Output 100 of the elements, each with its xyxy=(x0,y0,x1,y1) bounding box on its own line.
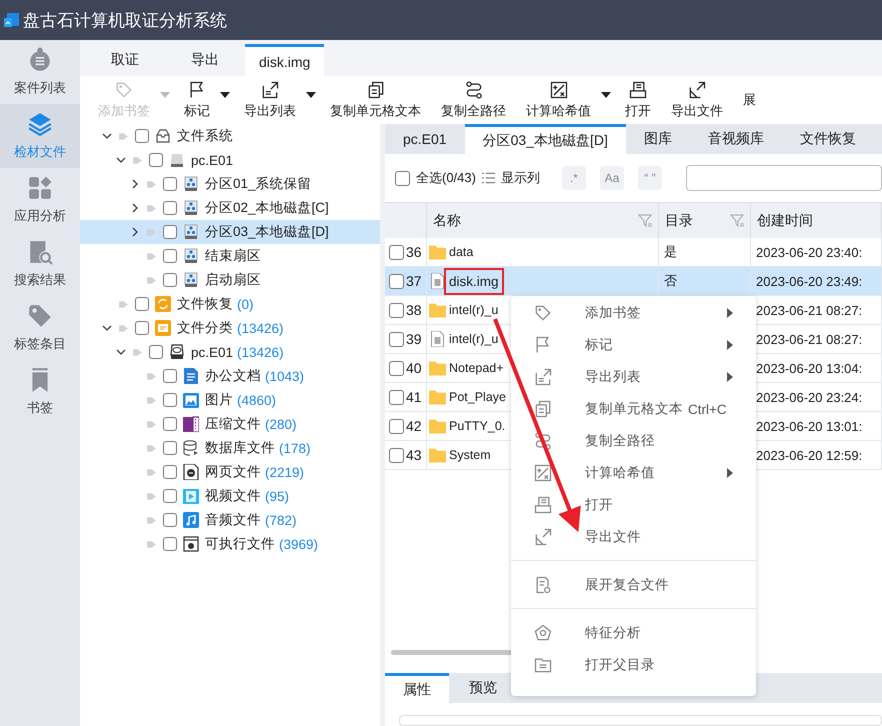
select-all-label[interactable]: 全选(0/43) xyxy=(416,169,476,187)
toolbar-button[interactable]: 复制单元格文本 xyxy=(320,80,431,120)
checkbox[interactable] xyxy=(163,537,177,551)
row-number: 43 xyxy=(406,447,422,463)
chevron-right-icon[interactable] xyxy=(130,179,140,189)
nav-item[interactable]: 书签 xyxy=(0,360,80,424)
tree-item[interactable]: 视频文件 (95) xyxy=(80,484,380,508)
column-header[interactable]: 目录 xyxy=(659,203,751,238)
tab[interactable]: 导出 xyxy=(165,44,245,76)
checkbox[interactable] xyxy=(163,489,177,503)
search-field[interactable] xyxy=(686,165,882,191)
tree-item[interactable]: pc.E01 (13426) xyxy=(80,340,380,364)
tree-item[interactable]: 分区01_系统保留 xyxy=(80,172,380,196)
tree-item[interactable]: 数据库文件 (178) xyxy=(80,436,380,460)
folder-icon xyxy=(429,360,446,376)
checkbox[interactable] xyxy=(163,201,177,215)
file-name: intel(r)_u xyxy=(448,331,500,348)
tree-item[interactable]: 图片 (4860) xyxy=(80,388,380,412)
checkbox[interactable] xyxy=(149,345,163,359)
checkbox[interactable] xyxy=(149,153,163,167)
checkbox[interactable] xyxy=(163,417,177,431)
checkbox[interactable] xyxy=(389,244,404,260)
checkbox[interactable] xyxy=(389,332,404,346)
checkbox[interactable] xyxy=(389,274,404,288)
toolbar-button[interactable]: 标记 xyxy=(174,80,220,120)
tree-item[interactable]: 启动扇区 xyxy=(80,268,380,292)
chevron-down-icon[interactable] xyxy=(116,347,126,357)
nav-item[interactable]: 应用分析 xyxy=(0,168,80,232)
toolbar-button[interactable]: 导出列表 xyxy=(234,80,306,120)
tree-item[interactable]: 音频文件 (782) xyxy=(80,508,380,532)
nav-item[interactable]: 案件列表 xyxy=(0,40,80,104)
toolbar-button[interactable]: 展 xyxy=(733,91,766,109)
checkbox[interactable] xyxy=(135,297,149,311)
list-icon[interactable] xyxy=(482,172,495,184)
tab[interactable]: 图库 xyxy=(626,124,690,154)
checkbox[interactable] xyxy=(135,321,149,335)
caret-icon[interactable] xyxy=(220,92,230,98)
menu-item[interactable]: 展开复合文件 xyxy=(511,569,756,601)
chevron-right-icon[interactable] xyxy=(130,203,140,213)
toolbar-button[interactable]: 复制全路径 xyxy=(431,80,516,120)
tab[interactable]: 文件恢复 xyxy=(782,124,874,154)
tab[interactable]: 分区03_本地磁盘[D] xyxy=(464,124,626,154)
play-icon xyxy=(146,538,157,550)
item-count: (0) xyxy=(237,296,254,312)
checkbox[interactable] xyxy=(163,225,177,239)
menu-item[interactable]: 打开 xyxy=(511,489,756,521)
checkbox[interactable] xyxy=(163,369,177,383)
tree-item[interactable]: 网页文件 (2219) xyxy=(80,460,380,484)
checkbox[interactable] xyxy=(163,393,177,407)
tree-item[interactable]: 分区03_本地磁盘[D] xyxy=(80,220,380,244)
show-columns-button[interactable]: 显示列 xyxy=(500,169,540,187)
tree-item[interactable]: 压缩文件 (280) xyxy=(80,412,380,436)
chevron-down-icon[interactable] xyxy=(102,323,112,333)
file-name: intel(r)_u xyxy=(448,302,500,319)
toolbar-button[interactable]: 打开 xyxy=(615,80,661,120)
tree-item[interactable]: 文件系统 xyxy=(80,124,380,148)
caret-icon[interactable] xyxy=(306,92,316,98)
checkbox[interactable] xyxy=(163,441,177,455)
checkbox[interactable] xyxy=(389,360,404,376)
tree-item[interactable]: 办公文档 (1043) xyxy=(80,364,380,388)
tree-item[interactable]: 文件恢复 (0) xyxy=(80,292,380,316)
column-header[interactable]: 名称 xyxy=(427,203,659,238)
tab[interactable]: 音视频库 xyxy=(690,124,782,154)
checkbox[interactable] xyxy=(163,465,177,479)
checkbox[interactable] xyxy=(163,249,177,263)
item-count: (95) xyxy=(265,488,290,504)
checkbox[interactable] xyxy=(389,448,404,462)
checkbox[interactable] xyxy=(163,513,177,527)
copy-icon xyxy=(366,80,386,100)
toolbar-button[interactable]: 导出文件 xyxy=(661,80,733,120)
checkbox[interactable] xyxy=(163,177,177,191)
nav-item[interactable]: 搜索结果 xyxy=(0,232,80,296)
tab[interactable]: pc.E01 xyxy=(385,124,465,154)
nav-item[interactable]: 标签条目 xyxy=(0,296,80,360)
checkbox[interactable] xyxy=(163,273,177,287)
chevron-down-icon[interactable] xyxy=(102,131,112,141)
tab[interactable]: 属性 xyxy=(385,673,449,703)
checkbox[interactable] xyxy=(395,170,410,186)
checkbox[interactable] xyxy=(389,302,404,318)
table-row[interactable]: 37 disk.img 否 2023-06-20 23:49: xyxy=(385,267,882,296)
chevron-right-icon[interactable] xyxy=(130,227,140,237)
checkbox[interactable] xyxy=(389,390,404,404)
tab[interactable]: 取证 xyxy=(85,44,165,76)
tab[interactable]: disk.img xyxy=(245,44,324,76)
tree-item[interactable]: pc.E01 xyxy=(80,148,380,172)
tree-item[interactable]: 分区02_本地磁盘[C] xyxy=(80,196,380,220)
chevron-down-icon[interactable] xyxy=(116,155,126,165)
menu-item[interactable]: 特征分析 xyxy=(511,617,756,649)
column-header[interactable]: 创建时间 xyxy=(751,203,882,238)
menu-item[interactable]: 导出文件 xyxy=(511,521,756,553)
tree-item[interactable]: 文件分类 (13426) xyxy=(80,316,380,340)
tree-label: 压缩文件 xyxy=(205,415,261,433)
caret-icon[interactable] xyxy=(601,92,611,98)
toolbar-button[interactable]: 计算哈希值 xyxy=(516,80,601,120)
tree-item[interactable]: 可执行文件 (3969) xyxy=(80,532,380,556)
tree-item[interactable]: 结束扇区 xyxy=(80,244,380,268)
checkbox[interactable] xyxy=(389,418,404,434)
music-icon xyxy=(183,512,199,528)
row-number: 42 xyxy=(406,418,422,434)
checkbox[interactable] xyxy=(135,129,149,143)
